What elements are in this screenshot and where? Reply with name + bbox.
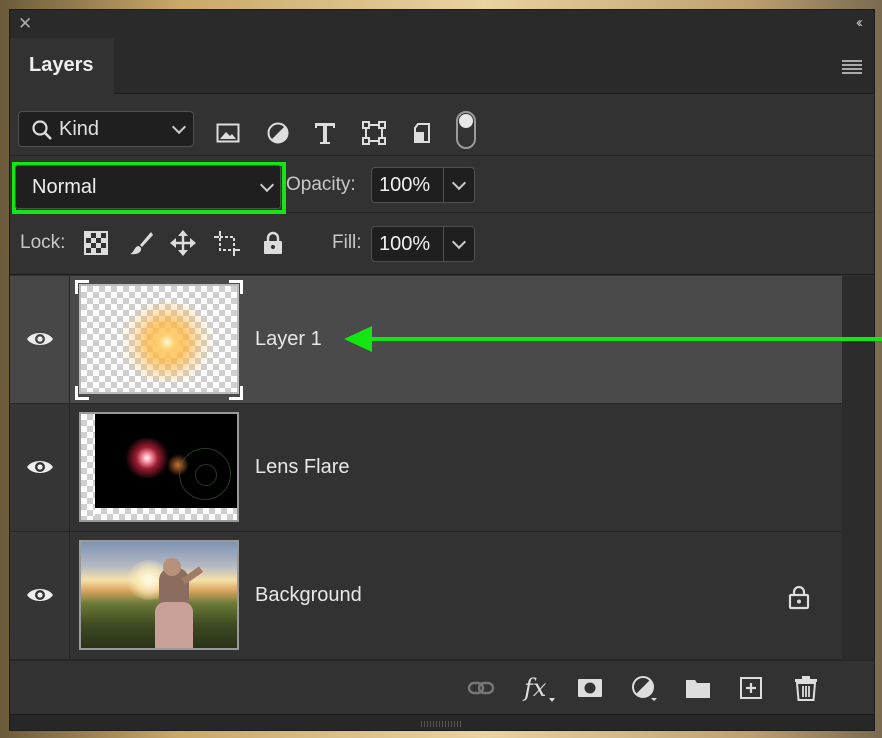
new-layer-icon[interactable]: [737, 674, 765, 702]
fill-label: Fill:: [332, 232, 362, 253]
trash-icon[interactable]: [792, 674, 820, 702]
annotation-arrow-line: [360, 337, 882, 341]
blend-mode-value: Normal: [32, 176, 97, 198]
eye-icon[interactable]: [26, 458, 54, 476]
type-filter-icon[interactable]: [313, 121, 337, 145]
eye-icon[interactable]: [26, 330, 54, 348]
kind-label: Kind: [59, 118, 100, 140]
link-layers-icon[interactable]: [467, 674, 495, 702]
visibility-column: [10, 532, 70, 659]
fx-icon[interactable]: fx: [524, 674, 555, 704]
chevron-down-icon[interactable]: [451, 175, 467, 191]
layer-thumbnail[interactable]: [79, 284, 239, 394]
panel-menu-icon[interactable]: [842, 60, 862, 76]
toggle-knob: [459, 114, 473, 128]
selection-corner: [229, 386, 243, 400]
panel-resize-bar[interactable]: [10, 714, 874, 730]
visibility-column: [10, 404, 70, 531]
opacity-label: Opacity:: [286, 174, 356, 195]
layers-panel: ✕ ‹‹ Layers Kind Normal Opacity: 100% Lo…: [9, 9, 875, 731]
collapse-icon[interactable]: ‹‹: [856, 14, 863, 31]
fill-value: 100%: [379, 233, 431, 255]
blend-row: Normal Opacity: 100%: [10, 157, 874, 214]
filter-toggle[interactable]: [456, 111, 476, 149]
chevron-down-icon[interactable]: [451, 234, 467, 250]
close-icon[interactable]: ✕: [18, 15, 32, 33]
lock-all-icon[interactable]: [260, 230, 286, 256]
image-filter-icon[interactable]: [216, 121, 240, 145]
resize-grip[interactable]: [421, 721, 461, 727]
opacity-value: 100%: [379, 174, 431, 196]
chevron-down-icon: [171, 119, 187, 135]
layer-row[interactable]: Background: [10, 532, 842, 660]
mask-icon[interactable]: [576, 674, 604, 702]
fx-label: fx: [524, 674, 547, 702]
smart-object-filter-icon[interactable]: [410, 121, 434, 145]
selection-corner: [75, 280, 89, 294]
layer-thumbnail[interactable]: [79, 412, 239, 522]
search-icon: [32, 120, 52, 140]
lock-position-icon[interactable]: [170, 230, 196, 256]
group-folder-icon[interactable]: [684, 674, 712, 702]
layers-list: Layer 1 Lens Flare Background: [10, 276, 842, 660]
panel-titlebar: ✕ ‹‹: [10, 10, 874, 38]
lock-row: Lock: Fill: 100%: [10, 213, 874, 275]
blend-mode-dropdown[interactable]: Normal: [15, 165, 281, 209]
adjustment-layer-icon[interactable]: [630, 674, 658, 702]
lock-label: Lock:: [20, 232, 66, 253]
lock-paint-icon[interactable]: [128, 230, 154, 256]
shape-filter-icon[interactable]: [362, 121, 386, 145]
selection-corner: [75, 386, 89, 400]
adjustment-filter-icon[interactable]: [266, 121, 290, 145]
opacity-field[interactable]: 100%: [371, 167, 475, 203]
kind-filter-dropdown[interactable]: Kind: [18, 111, 194, 147]
layer-name[interactable]: Background: [255, 584, 362, 607]
lock-artboard-icon[interactable]: [214, 230, 240, 256]
annotation-arrow-head: [344, 326, 372, 352]
layer-name[interactable]: Lens Flare: [255, 456, 350, 479]
layers-scrollbar[interactable]: [842, 276, 874, 668]
lock-transparency-icon[interactable]: [83, 230, 109, 256]
lock-icon[interactable]: [787, 584, 811, 610]
fill-field[interactable]: 100%: [371, 226, 475, 262]
tab-layers[interactable]: Layers: [10, 38, 114, 95]
layer-thumbnail[interactable]: [79, 540, 239, 650]
visibility-column: [10, 276, 70, 403]
eye-icon[interactable]: [26, 586, 54, 604]
layer-row[interactable]: Lens Flare: [10, 404, 842, 532]
selection-corner: [229, 280, 243, 294]
layer-name[interactable]: Layer 1: [255, 328, 322, 351]
chevron-down-icon: [259, 177, 275, 193]
filter-row: Kind: [10, 103, 874, 156]
tab-row: Layers: [10, 38, 874, 95]
